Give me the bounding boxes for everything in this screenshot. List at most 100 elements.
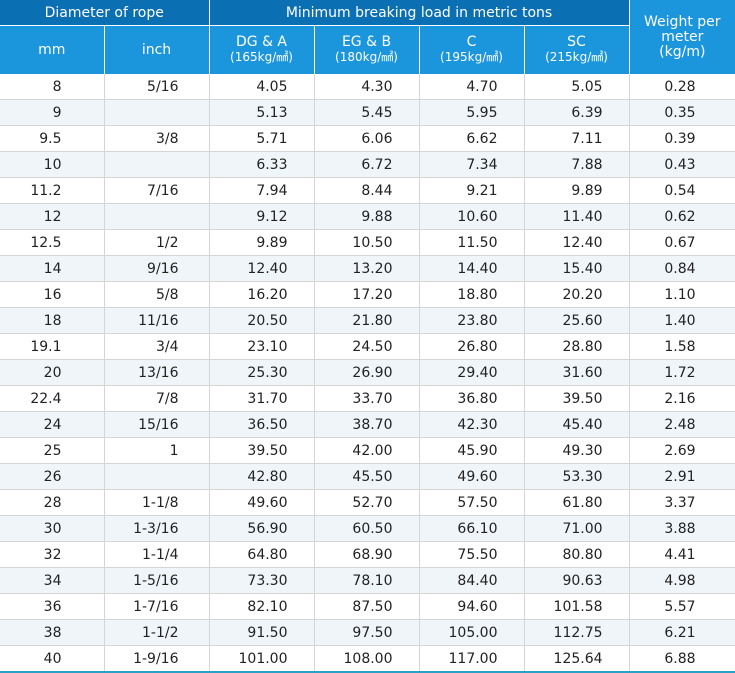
grade-egb-header: EG & B (180kg/㎟) [314, 25, 420, 74]
table-row: 19.1 3/4 23.10 24.50 26.80 28.80 1.58 [0, 333, 735, 360]
cell-sc: 125.64 [524, 645, 630, 673]
cell-mm: 36 [0, 593, 105, 620]
cell-inch [104, 463, 210, 490]
cell-inch: 5/8 [104, 281, 210, 308]
cell-egb: 68.90 [314, 541, 420, 568]
cell-inch: 11/16 [104, 307, 210, 334]
cell-mm: 20 [0, 359, 105, 386]
cell-sc: 25.60 [524, 307, 630, 334]
cell-egb: 38.70 [314, 411, 420, 438]
cell-mm: 8 [0, 74, 105, 100]
table-row: 12.5 1/2 9.89 10.50 11.50 12.40 0.67 [0, 229, 735, 256]
cell-dga: 16.20 [209, 281, 315, 308]
cell-dga: 25.30 [209, 359, 315, 386]
cell-sc: 49.30 [524, 437, 630, 464]
cell-mm: 40 [0, 645, 105, 673]
cell-dga: 9.89 [209, 229, 315, 256]
cell-egb: 6.06 [314, 125, 420, 152]
cell-weight: 3.88 [629, 515, 735, 542]
table-row: 24 15/16 36.50 38.70 42.30 45.40 2.48 [0, 411, 735, 438]
cell-sc: 39.50 [524, 385, 630, 412]
cell-weight: 4.41 [629, 541, 735, 568]
table-row: 38 1-1/2 91.50 97.50 105.00 112.75 6.21 [0, 619, 735, 646]
cell-inch: 1-5/16 [104, 567, 210, 594]
cell-egb: 60.50 [314, 515, 420, 542]
cell-inch [104, 99, 210, 126]
cell-weight: 2.48 [629, 411, 735, 438]
cell-inch [104, 151, 210, 178]
mm-header: mm [0, 25, 105, 74]
cell-sc: 31.60 [524, 359, 630, 386]
cell-inch: 1-3/16 [104, 515, 210, 542]
cell-inch: 1-1/8 [104, 489, 210, 516]
cell-weight: 2.91 [629, 463, 735, 490]
cell-mm: 9 [0, 99, 105, 126]
grade-unit: (165kg/㎟) [230, 50, 293, 64]
cell-mm: 30 [0, 515, 105, 542]
cell-c: 7.34 [419, 151, 525, 178]
table-row: 28 1-1/8 49.60 52.70 57.50 61.80 3.37 [0, 489, 735, 516]
cell-mm: 18 [0, 307, 105, 334]
cell-inch: 1-9/16 [104, 645, 210, 673]
grade-unit: (180kg/㎟) [335, 50, 398, 64]
min-load-header: Minimum breaking load in metric tons [209, 0, 630, 26]
cell-weight: 0.84 [629, 255, 735, 282]
weight-header: Weight per meter (kg/m) [628, 0, 735, 74]
cell-egb: 6.72 [314, 151, 420, 178]
cell-sc: 11.40 [524, 203, 630, 230]
cell-mm: 32 [0, 541, 105, 568]
cell-c: 26.80 [419, 333, 525, 360]
cell-c: 18.80 [419, 281, 525, 308]
table-row: 25 1 39.50 42.00 45.90 49.30 2.69 [0, 437, 735, 464]
cell-weight: 0.67 [629, 229, 735, 256]
cell-sc: 61.80 [524, 489, 630, 516]
cell-mm: 38 [0, 619, 105, 646]
cell-c: 45.90 [419, 437, 525, 464]
cell-dga: 20.50 [209, 307, 315, 334]
cell-weight: 6.88 [629, 645, 735, 673]
cell-c: 6.62 [419, 125, 525, 152]
grade-name: SC [567, 34, 586, 50]
cell-inch [104, 203, 210, 230]
cell-inch: 1 [104, 437, 210, 464]
cell-sc: 5.05 [524, 74, 630, 100]
cell-egb: 5.45 [314, 99, 420, 126]
grade-sc-header: SC (215kg/㎟) [524, 25, 630, 74]
cell-egb: 10.50 [314, 229, 420, 256]
weight-header-line3: (kg/m) [659, 43, 706, 60]
cell-dga: 4.05 [209, 74, 315, 100]
table-row: 11.2 7/16 7.94 8.44 9.21 9.89 0.54 [0, 177, 735, 204]
cell-egb: 45.50 [314, 463, 420, 490]
cell-weight: 1.10 [629, 281, 735, 308]
cell-weight: 1.40 [629, 307, 735, 334]
cell-sc: 71.00 [524, 515, 630, 542]
cell-sc: 6.39 [524, 99, 630, 126]
cell-egb: 78.10 [314, 567, 420, 594]
cell-c: 10.60 [419, 203, 525, 230]
cell-c: 66.10 [419, 515, 525, 542]
cell-mm: 26 [0, 463, 105, 490]
cell-inch: 1-1/4 [104, 541, 210, 568]
cell-weight: 2.16 [629, 385, 735, 412]
cell-mm: 19.1 [0, 333, 105, 360]
table-row: 36 1-7/16 82.10 87.50 94.60 101.58 5.57 [0, 593, 735, 620]
cell-inch: 15/16 [104, 411, 210, 438]
cell-sc: 12.40 [524, 229, 630, 256]
cell-dga: 6.33 [209, 151, 315, 178]
cell-mm: 12 [0, 203, 105, 230]
cell-sc: 90.63 [524, 567, 630, 594]
cell-c: 105.00 [419, 619, 525, 646]
wire-rope-spec-table: Diameter of rope Minimum breaking load i… [0, 0, 735, 673]
table-row: 14 9/16 12.40 13.20 14.40 15.40 0.84 [0, 255, 735, 282]
table-row: 9.5 3/8 5.71 6.06 6.62 7.11 0.39 [0, 125, 735, 152]
table-row: 32 1-1/4 64.80 68.90 75.50 80.80 4.41 [0, 541, 735, 568]
cell-mm: 10 [0, 151, 105, 178]
cell-mm: 11.2 [0, 177, 105, 204]
weight-header-line2: meter [661, 28, 704, 45]
cell-dga: 91.50 [209, 619, 315, 646]
cell-mm: 16 [0, 281, 105, 308]
cell-c: 49.60 [419, 463, 525, 490]
cell-inch: 1-1/2 [104, 619, 210, 646]
grade-c-header: C (195kg/㎟) [419, 25, 525, 74]
cell-sc: 45.40 [524, 411, 630, 438]
